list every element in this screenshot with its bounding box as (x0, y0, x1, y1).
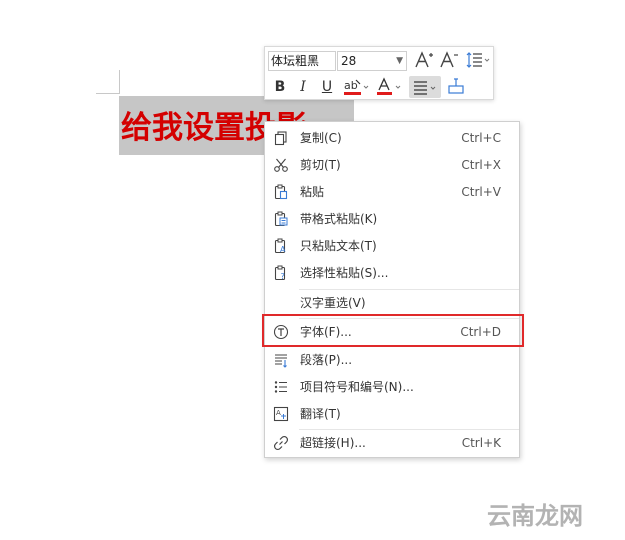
watermark: 云南龙网 (487, 502, 583, 530)
menu-item-label: 剪切(T) (300, 158, 341, 172)
link-icon (273, 435, 289, 451)
grow-font-button[interactable] (413, 50, 435, 72)
menu-item-translate[interactable]: A 翻译(T) (265, 401, 519, 427)
italic-button[interactable]: I (292, 76, 314, 98)
align-button[interactable] (409, 76, 441, 98)
menu-item-paste-text-only[interactable]: A 只粘贴文本(T) (265, 233, 519, 259)
toolbar-row-1: 体坛粗黑 28 ▼ (265, 48, 493, 74)
menu-item-label: 带格式粘贴(K) (300, 212, 378, 226)
menu-item-bullets-numbering[interactable]: 项目符号和编号(N)... (265, 374, 519, 400)
font-size-select[interactable]: 28 ▼ (337, 51, 407, 71)
menu-item-shortcut: Ctrl+X (461, 158, 501, 172)
font-color-icon (377, 77, 401, 95)
align-justify-icon (414, 81, 436, 95)
svg-text:A: A (276, 409, 281, 417)
menu-item-label: 汉字重选(V) (300, 296, 366, 310)
menu-item-label: 超链接(H)... (300, 436, 366, 450)
paste-special-icon: ? (274, 265, 286, 281)
menu-item-label: 粘贴 (300, 185, 325, 199)
menu-item-label: 复制(C) (300, 131, 342, 145)
bold-button[interactable]: B (269, 76, 291, 98)
grow-font-icon (415, 51, 433, 68)
floating-format-toolbar: 体坛粗黑 28 ▼ B I U ab (264, 46, 494, 100)
bullets-icon (274, 381, 287, 393)
copy-icon (274, 131, 287, 146)
menu-item-shortcut: Ctrl+V (461, 185, 501, 199)
menu-item-paste-formatted[interactable]: 带格式粘贴(K) (265, 206, 519, 232)
scissors-icon (274, 158, 288, 172)
font-name-select[interactable]: 体坛粗黑 (268, 51, 336, 71)
menu-item-hyperlink[interactable]: 超链接(H)... Ctrl+K (265, 430, 519, 456)
chevron-down-icon: ▼ (396, 56, 403, 66)
svg-text:ab: ab (344, 79, 358, 92)
format-painter-icon (448, 78, 464, 94)
menu-item-paste[interactable]: 粘贴 Ctrl+V (265, 179, 519, 205)
underline-button[interactable]: U (316, 76, 338, 98)
page-margin-guide-vertical (119, 70, 120, 94)
menu-item-label: 只粘贴文本(T) (300, 239, 377, 253)
font-name-value: 体坛粗黑 (271, 54, 320, 68)
line-spacing-icon (466, 52, 490, 68)
shrink-font-button[interactable] (438, 50, 460, 72)
menu-item-reselect-chinese[interactable]: 汉字重选(V) (265, 290, 519, 316)
menu-item-shortcut: Ctrl+K (461, 436, 501, 450)
menu-item-label: 翻译(T) (300, 407, 341, 421)
line-spacing-button[interactable] (463, 50, 493, 72)
menu-item-label: 项目符号和编号(N)... (300, 380, 414, 394)
paste-formatted-icon (274, 211, 288, 227)
menu-item-label: 选择性粘贴(S)... (300, 266, 389, 280)
highlight-pen-icon: ab (344, 79, 369, 95)
format-painter-button[interactable] (445, 76, 467, 98)
font-size-value: 28 (341, 54, 357, 68)
menu-item-paste-special[interactable]: ? 选择性粘贴(S)... (265, 260, 519, 286)
svg-text:A: A (280, 245, 286, 254)
toolbar-row-2: B I U ab (265, 74, 493, 100)
menu-item-label: 段落(P)... (300, 353, 353, 367)
menu-item-shortcut: Ctrl+C (461, 131, 501, 145)
paragraph-icon (275, 354, 287, 368)
menu-item-copy[interactable]: 复制(C) Ctrl+C (265, 125, 519, 151)
highlight-color-button[interactable]: ab (341, 76, 371, 98)
menu-item-paragraph[interactable]: 段落(P)... (265, 347, 519, 373)
font-item-highlight-annotation (262, 314, 524, 347)
page-margin-guide-horizontal (96, 93, 120, 94)
translate-icon: A (273, 406, 289, 422)
context-menu: 复制(C) Ctrl+C 剪切(T) Ctrl+X 粘贴 Ctrl+V 带格式粘… (264, 121, 520, 458)
shrink-font-icon (440, 51, 458, 68)
svg-text:?: ? (281, 272, 285, 281)
paste-text-icon: A (274, 238, 286, 254)
paste-icon (274, 184, 288, 200)
menu-item-cut[interactable]: 剪切(T) Ctrl+X (265, 152, 519, 178)
font-color-button[interactable] (374, 76, 404, 98)
